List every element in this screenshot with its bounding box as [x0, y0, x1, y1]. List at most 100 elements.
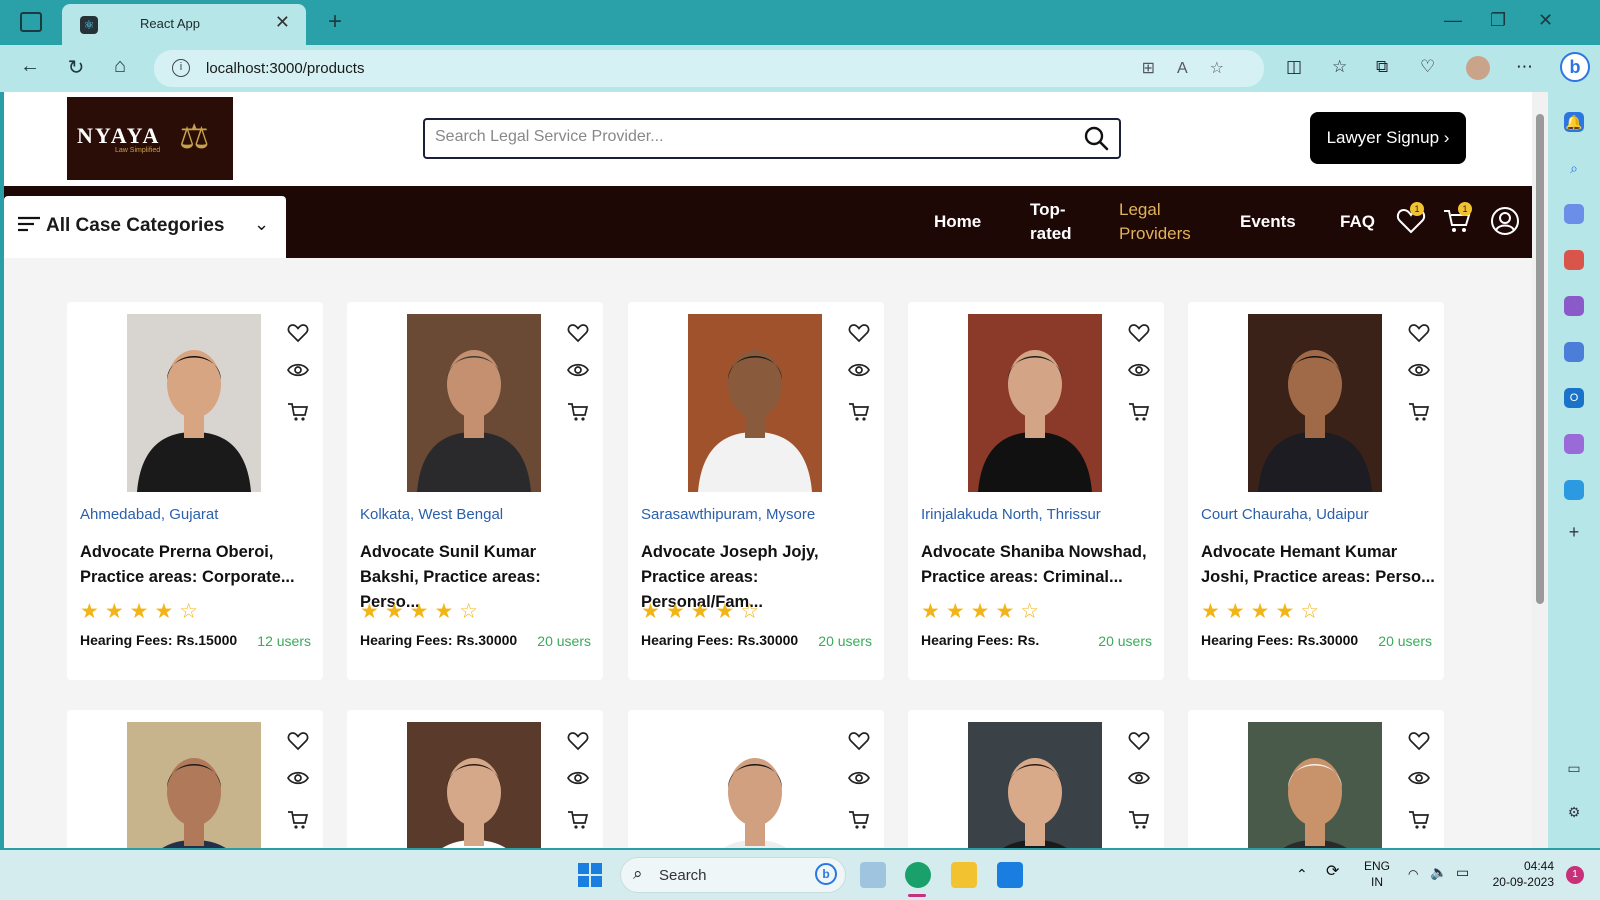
nav-legal-providers[interactable]: Legal Providers — [1119, 198, 1199, 246]
file-explorer-icon[interactable] — [951, 862, 977, 888]
lawyer-name[interactable]: Advocate Prerna Oberoi, Practice areas: … — [80, 540, 314, 590]
lawyer-card[interactable] — [1188, 710, 1444, 848]
show-hidden-icons-icon[interactable]: ⌃ — [1296, 866, 1308, 882]
new-tab-button[interactable]: + — [328, 8, 342, 36]
quick-view-eye-icon[interactable] — [1128, 359, 1150, 381]
wishlist-heart-icon[interactable] — [1408, 730, 1430, 752]
taskbar-search[interactable]: ⌕ Search b — [620, 857, 846, 893]
windows-start-icon[interactable] — [578, 863, 602, 887]
page-scrollbar[interactable] — [1532, 92, 1548, 848]
wishlist-heart-icon[interactable] — [567, 322, 589, 344]
scrollbar-thumb[interactable] — [1536, 114, 1544, 604]
wishlist-heart-icon[interactable] — [287, 322, 309, 344]
lawyer-photo[interactable] — [968, 314, 1102, 492]
wishlist-heart-icon[interactable] — [848, 322, 870, 344]
quick-view-eye-icon[interactable] — [1408, 767, 1430, 789]
more-options-icon[interactable]: ⋯ — [1516, 57, 1533, 77]
notifications-icon[interactable]: 🔔 — [1564, 112, 1584, 132]
lawyer-photo[interactable] — [127, 722, 261, 848]
lawyer-photo[interactable] — [127, 314, 261, 492]
collections-icon[interactable]: ⧉ — [1376, 57, 1388, 77]
add-to-cart-icon[interactable] — [1128, 401, 1150, 423]
profile-avatar[interactable] — [1466, 56, 1490, 80]
add-to-cart-icon[interactable] — [287, 401, 309, 423]
widgets-icon[interactable] — [860, 862, 886, 888]
quick-view-eye-icon[interactable] — [848, 767, 870, 789]
lawyer-photo[interactable] — [968, 722, 1102, 848]
quick-view-eye-icon[interactable] — [848, 359, 870, 381]
lawyer-card[interactable] — [67, 710, 323, 848]
lawyer-signup-button[interactable]: Lawyer Signup › — [1310, 112, 1466, 164]
refresh-icon[interactable]: ↻ — [62, 55, 90, 80]
quick-view-eye-icon[interactable] — [567, 359, 589, 381]
nav-faq[interactable]: FAQ — [1340, 210, 1375, 234]
back-icon[interactable]: ← — [16, 55, 44, 78]
lawyer-card[interactable]: Court Chauraha, Udaipur Advocate Hemant K… — [1188, 302, 1444, 680]
lawyer-card[interactable] — [347, 710, 603, 848]
search-input[interactable] — [435, 128, 1055, 146]
lawyer-card[interactable]: Sarasawthipuram, Mysore Advocate Joseph J… — [628, 302, 884, 680]
close-window-icon[interactable]: ✕ — [1538, 10, 1553, 31]
vscode-icon[interactable] — [997, 862, 1023, 888]
wishlist-heart-icon[interactable] — [1128, 322, 1150, 344]
wishlist-heart-icon[interactable] — [287, 730, 309, 752]
browser-essentials-icon[interactable]: ♡ — [1420, 57, 1435, 77]
outlook-icon[interactable]: O — [1564, 388, 1584, 408]
add-sidebar-icon[interactable]: + — [1564, 522, 1584, 542]
hide-sidebar-icon[interactable]: ▭ — [1564, 758, 1584, 778]
category-dropdown[interactable]: All Case Categories ⌄ — [4, 196, 286, 258]
volume-icon[interactable]: 🔈 — [1430, 864, 1447, 880]
address-bar-icons[interactable]: ⊞A☆ — [1142, 58, 1246, 78]
wishlist-heart-icon[interactable] — [848, 730, 870, 752]
wifi-icon[interactable]: ◠ — [1408, 866, 1418, 882]
quick-view-eye-icon[interactable] — [287, 359, 309, 381]
copilot-icon[interactable]: b — [1560, 52, 1590, 82]
nyaya-logo[interactable]: NYAYA Law Simplified ⚖ — [67, 97, 233, 180]
quick-view-eye-icon[interactable] — [1408, 359, 1430, 381]
sync-icon[interactable]: ⟳ — [1326, 864, 1339, 880]
add-to-cart-icon[interactable] — [848, 401, 870, 423]
url-text[interactable]: localhost:3000/products — [206, 60, 364, 77]
quick-view-eye-icon[interactable] — [567, 767, 589, 789]
games-icon[interactable] — [1564, 296, 1584, 316]
add-to-cart-icon[interactable] — [1408, 809, 1430, 831]
home-icon[interactable]: ⌂ — [106, 55, 134, 78]
add-to-cart-icon[interactable] — [848, 809, 870, 831]
nav-events[interactable]: Events — [1240, 210, 1296, 234]
wishlist-heart-icon[interactable] — [1408, 322, 1430, 344]
add-to-cart-icon[interactable] — [287, 809, 309, 831]
nav-home[interactable]: Home — [934, 210, 981, 234]
lawyer-card[interactable]: Kolkata, West Bengal Advocate Sunil Kumar… — [347, 302, 603, 680]
shopping-icon[interactable] — [1564, 204, 1584, 224]
wishlist-heart-icon[interactable] — [1128, 730, 1150, 752]
designer-icon[interactable] — [1564, 434, 1584, 454]
search-icon[interactable] — [1083, 125, 1109, 151]
lawyer-name[interactable]: Advocate Shaniba Nowshad, Practice areas… — [921, 540, 1155, 590]
add-to-cart-icon[interactable] — [1408, 401, 1430, 423]
lawyer-card[interactable] — [908, 710, 1164, 848]
battery-icon[interactable]: ▭ — [1456, 864, 1469, 880]
clock[interactable]: 04:44 20-09-2023 — [1488, 858, 1554, 890]
wishlist-heart-icon[interactable] — [567, 730, 589, 752]
lawyer-card[interactable]: Ahmedabad, Gujarat Advocate Prerna Oberoi… — [67, 302, 323, 680]
restore-icon[interactable]: ❐ — [1490, 10, 1506, 31]
tab-actions-icon[interactable] — [20, 12, 42, 32]
notification-count-badge[interactable]: 1 — [1566, 866, 1584, 884]
send-icon[interactable] — [1564, 480, 1584, 500]
nav-top-rated[interactable]: Top-rated — [1030, 198, 1080, 246]
lawyer-name[interactable]: Advocate Hemant Kumar Joshi, Practice ar… — [1201, 540, 1435, 590]
lawyer-photo[interactable] — [407, 722, 541, 848]
edge-app-icon[interactable] — [905, 862, 931, 888]
lawyer-card[interactable]: Irinjalakuda North, Thrissur Advocate Sha… — [908, 302, 1164, 680]
address-bar[interactable]: i localhost:3000/products ⊞A☆ — [154, 50, 1264, 87]
favorites-icon[interactable]: ☆ — [1332, 57, 1347, 77]
search-icon[interactable]: ⌕ — [1564, 158, 1584, 178]
language-indicator[interactable]: ENG IN — [1364, 858, 1390, 890]
settings-gear-icon[interactable]: ⚙ — [1564, 802, 1584, 822]
quick-view-eye-icon[interactable] — [1128, 767, 1150, 789]
site-info-icon[interactable]: i — [172, 59, 190, 77]
lawyer-photo[interactable] — [1248, 314, 1382, 492]
split-screen-icon[interactable]: ◫ — [1286, 57, 1302, 77]
quick-view-eye-icon[interactable] — [287, 767, 309, 789]
close-tab-icon[interactable]: ✕ — [275, 12, 290, 33]
